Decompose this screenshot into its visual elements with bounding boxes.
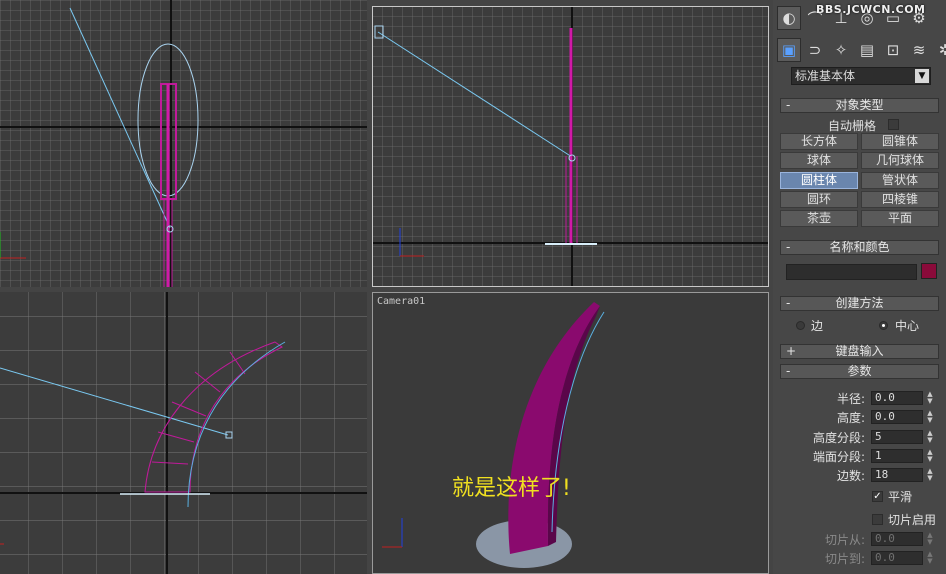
spacewarps-icon[interactable]: ≋	[907, 38, 931, 62]
cone-button[interactable]: 圆锥体	[861, 133, 939, 150]
autogrid-label: 自动栅格	[828, 119, 877, 133]
slice-on-checkbox[interactable]	[872, 514, 883, 525]
geosphere-button[interactable]: 几何球体	[861, 152, 939, 169]
object-type-title: 对象类型	[835, 98, 884, 112]
shapes-icon[interactable]: ⊃	[803, 38, 827, 62]
viewport-top-right[interactable]	[372, 6, 769, 287]
torus-button[interactable]: 圆环	[780, 191, 858, 208]
height-segments-spinner[interactable]: ▲ ▼	[925, 430, 935, 444]
name-color-rollout-header[interactable]: - 名称和颜色	[780, 240, 939, 255]
cylinder-button[interactable]: 圆柱体	[780, 172, 858, 189]
height-spinner[interactable]: ▲ ▼	[925, 410, 935, 424]
tube-button[interactable]: 管状体	[861, 172, 939, 189]
dropdown-value: 标准基本体	[795, 69, 856, 83]
center-radio[interactable]	[879, 321, 888, 330]
pyramid-button[interactable]: 四棱锥	[861, 191, 939, 208]
height-label: 高度:	[837, 411, 866, 425]
create-subcategory-tabs: ▣ ⊃ ✧ ▤ ⊡ ≋ ✲	[777, 38, 946, 66]
sides-label: 边数:	[837, 469, 866, 483]
helpers-icon[interactable]: ⊡	[881, 38, 905, 62]
slice-from-label: 切片从:	[825, 533, 866, 547]
rollout-collapse-sign: -	[786, 240, 791, 254]
rollout-collapse-sign: -	[786, 98, 791, 112]
object-color-swatch[interactable]	[921, 263, 937, 279]
geometry-icon[interactable]: ▣	[777, 38, 801, 62]
viewport-top-left[interactable]	[0, 0, 367, 287]
command-panel: ◐ ⌒ ⊥ ◎ ▭ ⚙ ▣ ⊃ ✧ ▤ ⊡ ≋ ✲ 标准基本体 ▼ - 对象类型…	[773, 0, 946, 574]
keyboard-entry-rollout-header[interactable]: + 键盘输入	[780, 344, 939, 359]
sphere-button[interactable]: 球体	[780, 152, 858, 169]
chevron-down-icon: ▼	[915, 69, 929, 83]
height-segments-label: 高度分段:	[813, 431, 866, 445]
radius-spinner[interactable]: ▲ ▼	[925, 391, 935, 405]
cap-segments-field[interactable]: 1	[871, 449, 923, 463]
lights-icon[interactable]: ✧	[829, 38, 853, 62]
object-type-rollout-header[interactable]: - 对象类型	[780, 98, 939, 113]
creation-method-title: 创建方法	[835, 296, 884, 310]
cameras-icon[interactable]: ▤	[855, 38, 879, 62]
create-tab-icon[interactable]: ◐	[777, 6, 801, 30]
watermark: BBS.JCWCN.COM	[816, 3, 926, 16]
parameters-rollout-header[interactable]: - 参数	[780, 364, 939, 379]
edge-label: 边	[811, 319, 824, 333]
viewport-camera[interactable]: Camera01 就是这样了!	[372, 292, 769, 574]
rollout-expand-sign: +	[786, 344, 797, 358]
viewport-bottom-left[interactable]	[0, 292, 367, 574]
height-segments-field[interactable]: 5	[871, 430, 923, 444]
viewport-bottom-left-canvas	[0, 292, 367, 574]
systems-icon[interactable]: ✲	[933, 38, 946, 62]
radius-label: 半径:	[837, 392, 866, 406]
viewport-top-left-canvas	[0, 0, 367, 287]
slice-from-field[interactable]: 0.0	[871, 532, 923, 546]
object-name-field[interactable]	[786, 264, 917, 280]
parameters-title: 参数	[847, 364, 872, 378]
radius-field[interactable]: 0.0	[871, 391, 923, 405]
slice-to-field[interactable]: 0.0	[871, 551, 923, 565]
primitive-type-dropdown[interactable]: 标准基本体 ▼	[791, 67, 931, 85]
camera-viewport-border	[372, 292, 769, 574]
slice-to-label: 切片到:	[825, 552, 866, 566]
slice-to-spinner[interactable]: ▲ ▼	[925, 551, 935, 565]
keyboard-entry-title: 键盘输入	[835, 344, 884, 358]
edge-radio[interactable]	[796, 321, 805, 330]
height-field[interactable]: 0.0	[871, 410, 923, 424]
smooth-label: 平滑	[888, 490, 913, 504]
sides-spinner[interactable]: ▲ ▼	[925, 468, 935, 482]
name-color-title: 名称和颜色	[829, 240, 890, 254]
sides-field[interactable]: 18	[871, 468, 923, 482]
plane-button[interactable]: 平面	[861, 210, 939, 227]
center-label: 中心	[895, 319, 920, 333]
slice-from-spinner[interactable]: ▲ ▼	[925, 532, 935, 546]
smooth-checkbox[interactable]: ✓	[872, 491, 883, 502]
rollout-collapse-sign: -	[786, 296, 791, 310]
active-viewport-border	[372, 6, 769, 287]
autogrid-checkbox[interactable]	[888, 119, 899, 130]
creation-method-rollout-header[interactable]: - 创建方法	[780, 296, 939, 311]
teapot-button[interactable]: 茶壶	[780, 210, 858, 227]
slice-on-label: 切片启用	[888, 513, 937, 527]
cap-segments-spinner[interactable]: ▲ ▼	[925, 449, 935, 463]
box-button[interactable]: 长方体	[780, 133, 858, 150]
cap-segments-label: 端面分段:	[813, 450, 866, 464]
rollout-collapse-sign: -	[786, 364, 791, 378]
